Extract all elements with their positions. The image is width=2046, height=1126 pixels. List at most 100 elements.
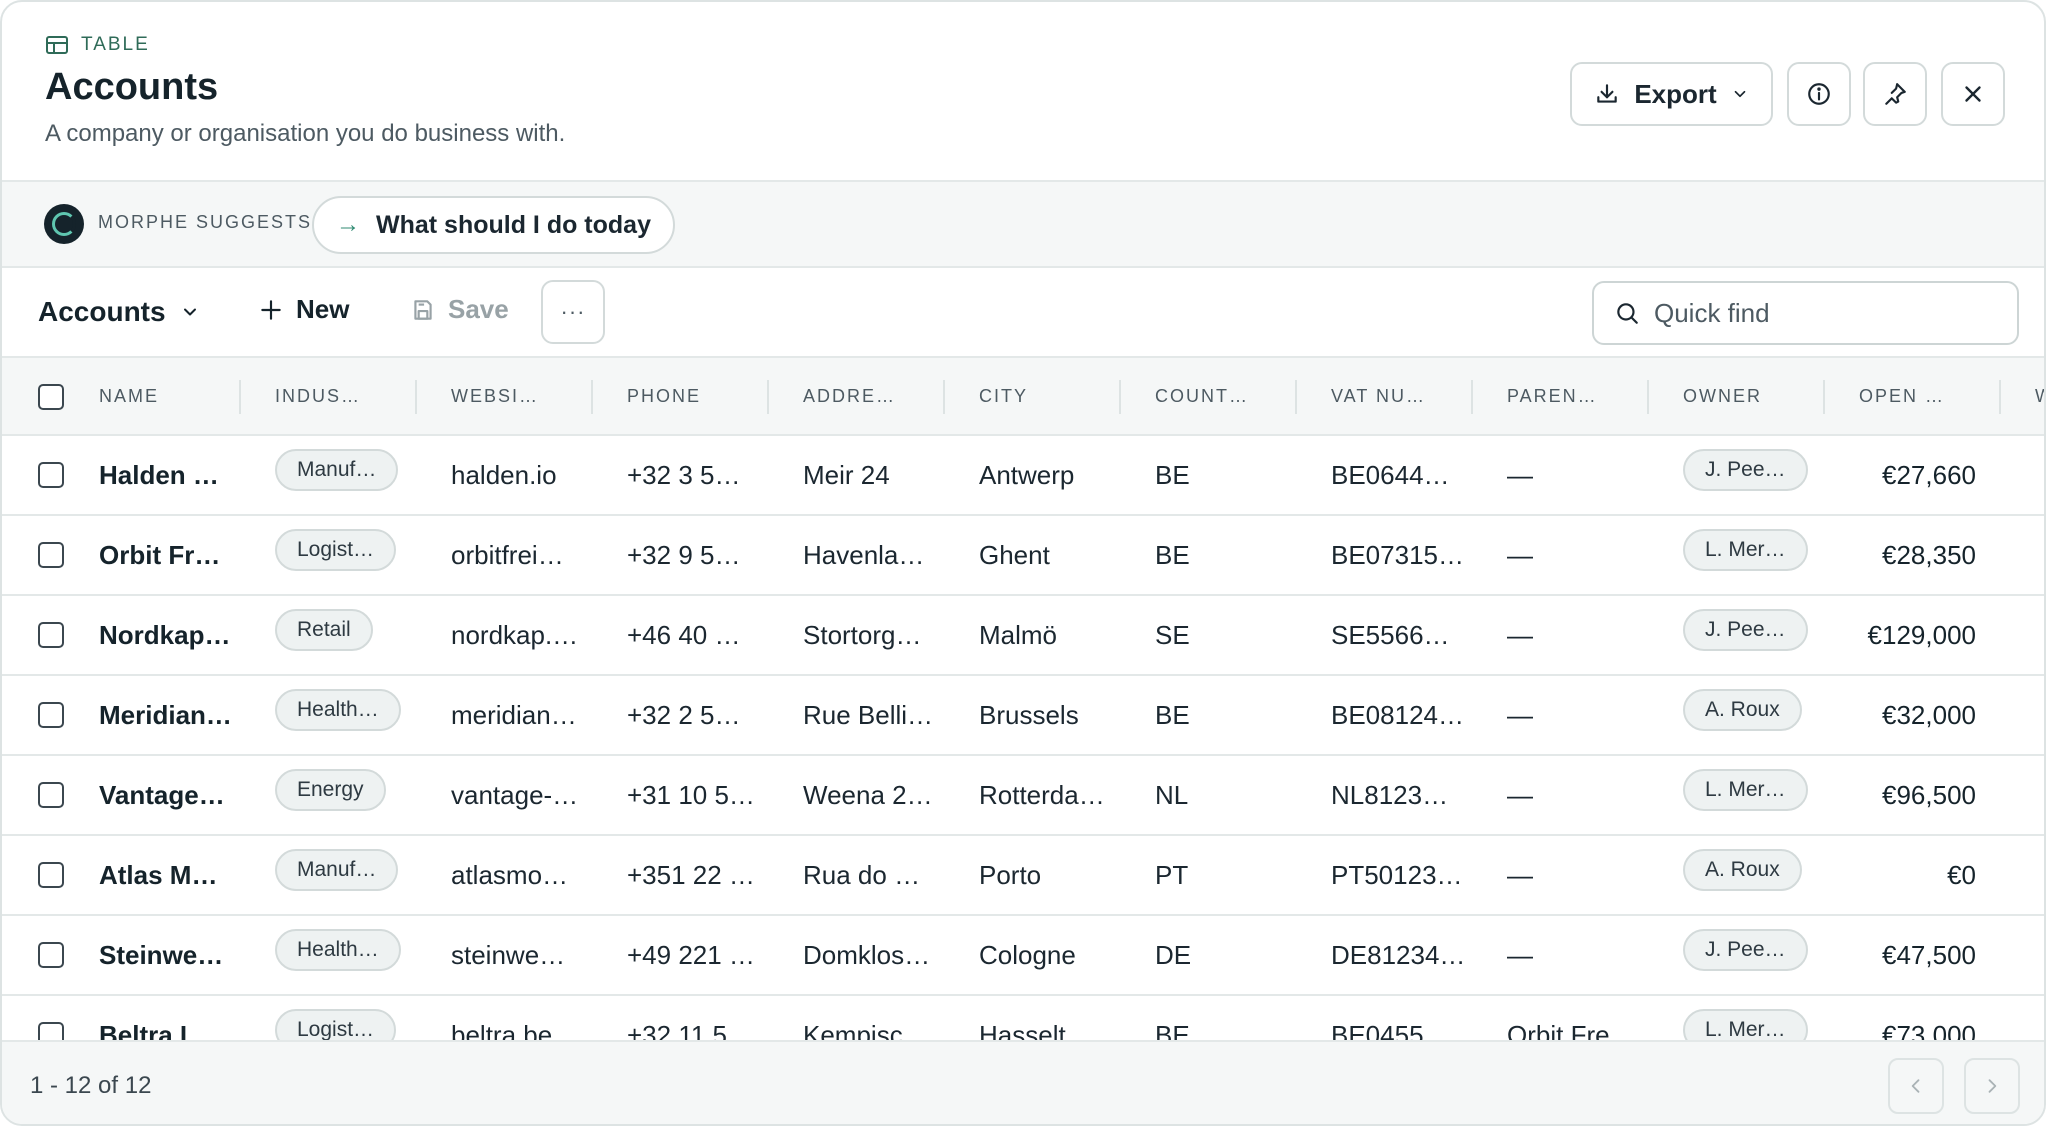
website-cell: nordkap.…	[451, 620, 579, 650]
table-header: NAME INDUS… WEBSI… PHONE ADDRE… CITY COU…	[2, 358, 2044, 436]
table-row[interactable]: Atlas M… Manuf… atlasmo… +351 22 … Rua d…	[2, 836, 2044, 916]
suggest-label: MORPHE SUGGESTS	[98, 212, 313, 232]
vat-cell: BE08124…	[1331, 700, 1464, 730]
download-icon	[1597, 84, 1618, 103]
account-name[interactable]: Vantage…	[99, 780, 225, 811]
city-cell: Porto	[979, 860, 1042, 890]
col-header-name[interactable]: NAME	[99, 386, 159, 407]
eyebrow-label: TABLE	[81, 34, 150, 55]
column-divider[interactable]	[1295, 380, 1297, 414]
view-selector[interactable]: Accounts	[38, 296, 200, 328]
column-divider[interactable]	[591, 380, 593, 414]
col-header-city[interactable]: CITY	[979, 386, 1028, 407]
more-options-button[interactable]: ···	[541, 280, 605, 344]
parent-cell: —	[1507, 700, 1533, 730]
table-row[interactable]: Beltra L… Logist… beltra.be +32 11 5… Ke…	[2, 996, 2044, 1040]
country-cell: BE	[1155, 1020, 1190, 1040]
country-cell: SE	[1155, 620, 1190, 650]
quick-find-input[interactable]	[1654, 297, 1994, 329]
parent-cell: —	[1507, 940, 1533, 970]
row-checkbox[interactable]	[38, 782, 64, 808]
parent-cell: —	[1507, 620, 1533, 650]
select-all-checkbox[interactable]	[38, 384, 64, 410]
export-label: Export	[1634, 78, 1717, 109]
col-header-phone[interactable]: PHONE	[627, 386, 701, 407]
col-header-country[interactable]: COUNT…	[1155, 386, 1249, 407]
vat-cell: DE81234…	[1331, 940, 1466, 970]
suggestion-chip[interactable]: → What should I do today	[312, 196, 675, 254]
account-name[interactable]: Orbit Fr…	[99, 540, 220, 571]
column-divider[interactable]	[1471, 380, 1473, 414]
account-name[interactable]: Meridian…	[99, 700, 232, 731]
col-header-owner[interactable]: OWNER	[1683, 386, 1762, 407]
website-cell: halden.io	[451, 460, 557, 490]
industry-tag: Logist…	[275, 529, 397, 571]
col-header-open[interactable]: OPEN …	[1859, 386, 1945, 407]
col-header-w[interactable]: W	[2035, 386, 2044, 407]
info-button[interactable]	[1787, 62, 1851, 126]
info-icon	[1808, 83, 1830, 105]
row-checkbox[interactable]	[38, 462, 64, 488]
country-cell: BE	[1155, 460, 1190, 490]
eyebrow: TABLE	[45, 34, 150, 56]
account-name[interactable]: Atlas M…	[99, 860, 217, 891]
column-divider[interactable]	[767, 380, 769, 414]
save-button[interactable]: Save	[410, 294, 509, 325]
website-cell: orbitfrei…	[451, 540, 564, 570]
row-checkbox[interactable]	[38, 702, 64, 728]
city-cell: Hasselt	[979, 1020, 1066, 1040]
account-name[interactable]: Halden …	[99, 460, 219, 491]
column-divider[interactable]	[943, 380, 945, 414]
col-header-website[interactable]: WEBSI…	[451, 386, 539, 407]
country-cell: NL	[1155, 780, 1189, 810]
vat-cell: BE07315…	[1331, 540, 1464, 570]
industry-tag: Manuf…	[275, 449, 399, 491]
address-cell: Rua do …	[803, 860, 921, 890]
previous-page-button[interactable]	[1888, 1058, 1944, 1114]
account-name[interactable]: Nordkap…	[99, 620, 230, 651]
open-amount-cell: €96,500	[1882, 780, 1976, 810]
new-button[interactable]: New	[258, 294, 349, 325]
column-divider[interactable]	[1119, 380, 1121, 414]
table-row[interactable]: Halden … Manuf… halden.io +32 3 5… Meir …	[2, 436, 2044, 516]
column-divider[interactable]	[1647, 380, 1649, 414]
quick-find[interactable]	[1592, 281, 2019, 345]
address-cell: Meir 24	[803, 460, 890, 490]
column-divider[interactable]	[415, 380, 417, 414]
account-name[interactable]: Beltra L…	[99, 1020, 222, 1040]
column-divider[interactable]	[1999, 380, 2001, 414]
next-page-button[interactable]	[1964, 1058, 2020, 1114]
open-amount-cell: €28,350	[1882, 540, 1976, 570]
col-header-vat[interactable]: VAT NU…	[1331, 386, 1426, 407]
col-header-industry[interactable]: INDUS…	[275, 386, 361, 407]
open-amount-cell: €129,000	[1867, 620, 1976, 650]
table-row[interactable]: Nordkap… Retail nordkap.… +46 40 … Stort…	[2, 596, 2044, 676]
row-checkbox[interactable]	[38, 622, 64, 648]
panel-header: TABLE Accounts A company or organisation…	[2, 2, 2044, 182]
col-header-address[interactable]: ADDRE…	[803, 386, 896, 407]
row-checkbox[interactable]	[38, 862, 64, 888]
city-cell: Malmö	[979, 620, 1058, 650]
table-row[interactable]: Meridian… Health… meridian… +32 2 5… Rue…	[2, 676, 2044, 756]
city-cell: Cologne	[979, 940, 1076, 970]
owner-tag: L. Mer…	[1683, 529, 1808, 571]
owner-tag: L. Mer…	[1683, 769, 1808, 811]
export-button[interactable]: Export	[1570, 62, 1773, 126]
account-name[interactable]: Steinwe…	[99, 940, 223, 971]
column-divider[interactable]	[1823, 380, 1825, 414]
website-cell: beltra.be	[451, 1020, 553, 1040]
close-button[interactable]	[1941, 62, 2005, 126]
table-row[interactable]: Orbit Fr… Logist… orbitfrei… +32 9 5… Ha…	[2, 516, 2044, 596]
table-row[interactable]: Vantage… Energy vantage-… +31 10 5… Ween…	[2, 756, 2044, 836]
row-checkbox[interactable]	[38, 542, 64, 568]
morphe-orb-icon	[44, 204, 84, 244]
row-checkbox[interactable]	[38, 942, 64, 968]
pin-button[interactable]	[1863, 62, 1927, 126]
table-row[interactable]: Steinwe… Health… steinwe… +49 221 … Domk…	[2, 916, 2044, 996]
chevron-down-icon	[183, 308, 196, 316]
row-checkbox[interactable]	[38, 1022, 64, 1040]
col-header-parent[interactable]: PAREN…	[1507, 386, 1598, 407]
industry-tag: Logist…	[275, 1009, 397, 1040]
column-divider[interactable]	[239, 380, 241, 414]
phone-cell: +32 3 5…	[627, 460, 741, 490]
